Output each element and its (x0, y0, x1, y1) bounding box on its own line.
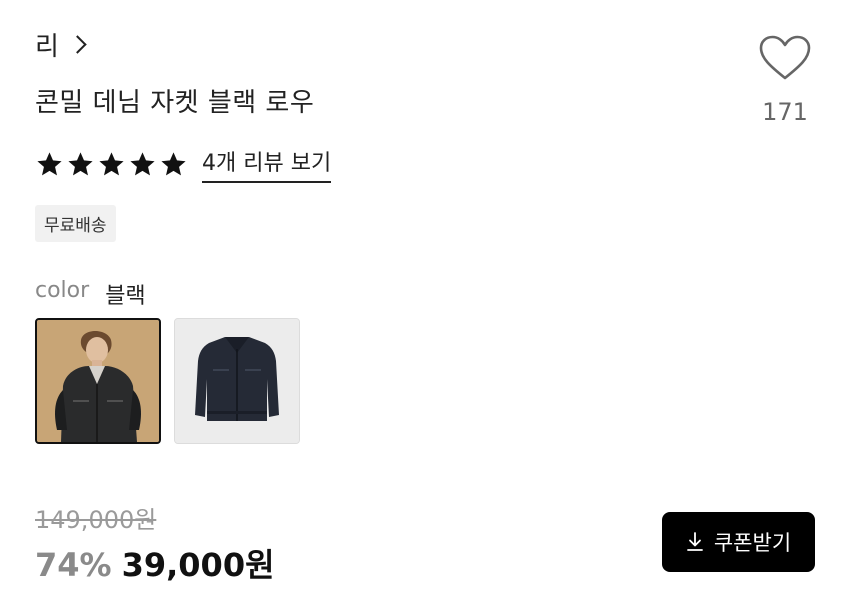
review-link[interactable]: 4개 리뷰 보기 (202, 145, 332, 183)
color-thumbnail[interactable] (174, 318, 300, 444)
star-icon (37, 151, 62, 175)
color-value: 블랙 (105, 284, 146, 309)
like-button[interactable]: 171 (757, 34, 813, 126)
star-icon (130, 151, 155, 175)
price-row: 74% 39,000원 (35, 540, 275, 586)
free-shipping-badge: 무료배송 (35, 205, 116, 242)
rating-row: 4개 리뷰 보기 (35, 145, 332, 183)
color-thumbnail-selected[interactable] (35, 318, 161, 444)
star-icon (99, 151, 124, 175)
jacket-product-thumbnail (175, 319, 299, 443)
brand-link[interactable]: 리 (35, 26, 87, 63)
color-option-row: color 블랙 (35, 278, 146, 310)
original-price: 149,000원 (35, 506, 157, 534)
chevron-right-icon (68, 35, 87, 54)
star-icon (68, 151, 93, 175)
sale-price: 39,000원 (121, 546, 275, 584)
like-count: 171 (762, 98, 808, 126)
color-label: color (35, 278, 90, 303)
product-title: 콘밀 데님 자켓 블랙 로우 (35, 88, 315, 118)
heart-icon (759, 35, 811, 80)
brand-name: 리 (35, 32, 59, 62)
rating-stars (35, 150, 188, 179)
coupon-button-label: 쿠폰받기 (713, 531, 792, 555)
coupon-button[interactable]: 쿠폰받기 (662, 512, 815, 572)
discount-rate: 74% (35, 546, 112, 584)
star-icon (161, 151, 186, 175)
download-icon (686, 532, 703, 551)
model-wearing-jacket-thumbnail (37, 320, 159, 442)
